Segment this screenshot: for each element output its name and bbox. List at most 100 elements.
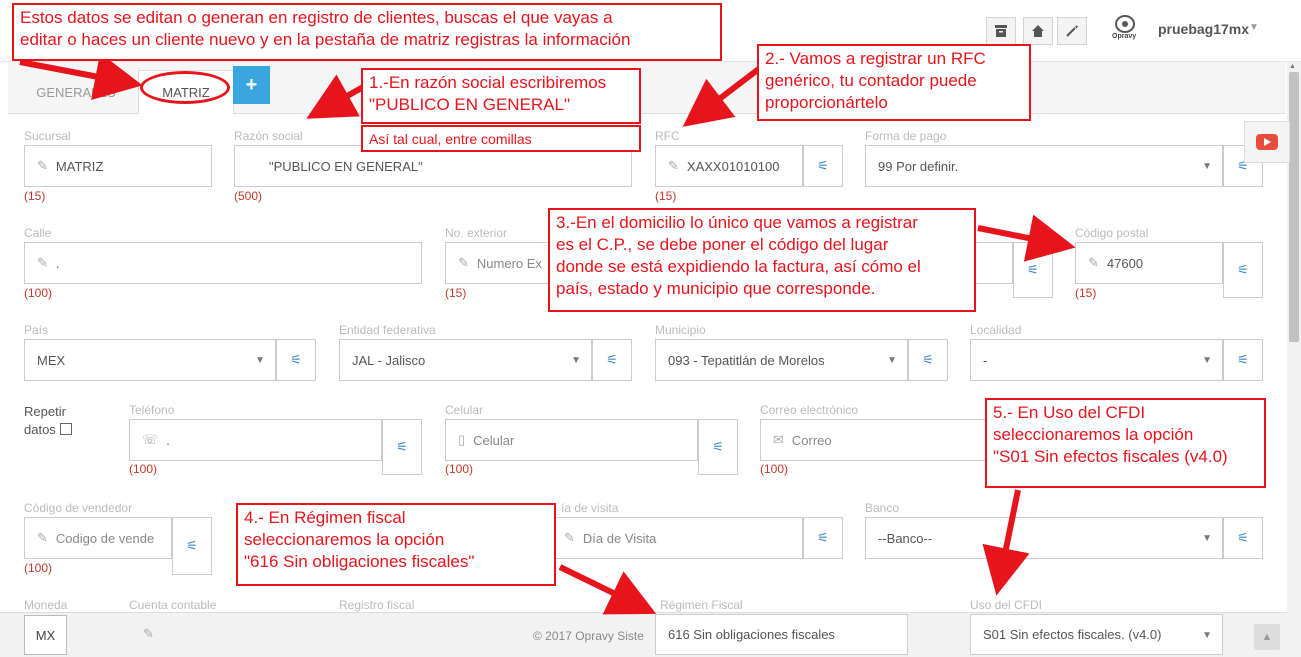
repetir-checkbox[interactable] xyxy=(59,423,72,435)
chevron-down-icon: ▼ xyxy=(255,355,265,366)
note-5: 5.- En Uso del CFDI seleccionaremos la op… xyxy=(985,398,1266,488)
municipio-wand-button[interactable]: ⚟ xyxy=(908,339,948,381)
chevron-down-icon: ▼ xyxy=(1202,533,1212,544)
pais-select[interactable]: MEX ▼ xyxy=(24,339,276,381)
sucursal-label: Sucursal xyxy=(24,129,71,143)
dia-visita-label: ía de visita xyxy=(561,501,619,515)
rfc-wand-button[interactable]: ⚟ xyxy=(803,145,843,187)
regimen-label: Régimen Fiscal xyxy=(660,598,743,612)
celular-input[interactable]: ▯ Celular xyxy=(445,419,698,461)
magic-wand-icon: ⚟ xyxy=(1237,262,1249,277)
entidad-wand-button[interactable]: ⚟ xyxy=(592,339,632,381)
no-interior-input[interactable] xyxy=(970,242,1013,284)
scroll-up-icon[interactable]: ▲ xyxy=(1289,63,1296,70)
chevron-down-icon: ▼ xyxy=(1202,161,1212,172)
arrow-up-icon: ▲ xyxy=(1261,631,1273,643)
magic-wand-icon: ⚟ xyxy=(396,439,408,454)
user-menu[interactable]: pruebag17mx xyxy=(1158,21,1249,37)
no-exterior-label: No. exterior xyxy=(445,226,508,240)
calle-input[interactable]: ✎. xyxy=(24,242,422,284)
uso-cfdi-select[interactable]: S01 Sin efectos fiscales. (v4.0) ▼ xyxy=(970,614,1223,655)
envelope-icon: ✉ xyxy=(773,432,784,447)
moneda-label: Moneda xyxy=(24,598,68,612)
localidad-wand-button[interactable]: ⚟ xyxy=(1223,339,1263,381)
magic-wand-icon: ✦ xyxy=(1066,24,1079,37)
no-interior-wand-button[interactable]: ⚟ xyxy=(1013,242,1053,298)
celular-wand-button[interactable]: ⚟ xyxy=(698,419,738,475)
regimen-input[interactable]: 616 Sin obligaciones fiscales xyxy=(655,614,908,655)
chevron-down-icon: ▼ xyxy=(1202,630,1212,641)
magic-wand-icon: ⚟ xyxy=(1027,262,1039,277)
pais-label: País xyxy=(24,323,49,337)
magic-wand-icon: ⚟ xyxy=(1237,530,1249,545)
telefono-count: (100) xyxy=(129,462,158,476)
municipio-label: Municipio xyxy=(655,323,706,337)
edit-icon: ✎ xyxy=(458,255,469,270)
codigo-postal-count: (15) xyxy=(1075,286,1097,300)
edit-icon: ✎ xyxy=(37,158,48,173)
localidad-select[interactable]: - ▼ xyxy=(970,339,1223,381)
sucursal-count: (15) xyxy=(24,189,46,203)
dia-visita-wand-button[interactable]: ⚟ xyxy=(803,517,843,559)
cuenta-label: Cuenta contable xyxy=(129,598,217,612)
registro-label: Registro fiscal xyxy=(339,598,415,612)
telefono-label: Teléfono xyxy=(129,403,175,417)
banco-select[interactable]: --Banco-- ▼ xyxy=(865,517,1223,559)
youtube-button[interactable] xyxy=(1244,121,1290,163)
codigo-postal-input[interactable]: ✎ 47600 xyxy=(1075,242,1223,284)
scroll-top-button[interactable]: ▲ xyxy=(1254,624,1280,650)
telefono-input[interactable]: ☏. xyxy=(129,419,382,461)
magic-wand-icon: ⚟ xyxy=(290,352,302,367)
chevron-down-icon[interactable]: ▼ xyxy=(1249,22,1259,33)
tab-generales[interactable]: GENERALES xyxy=(14,70,138,114)
opravy-logo-icon xyxy=(1115,15,1135,33)
telefono-wand-button[interactable]: ⚟ xyxy=(382,419,422,475)
celular-label: Celular xyxy=(445,403,484,417)
magic-wand-icon: ⚟ xyxy=(186,538,198,553)
vendedor-wand-button[interactable]: ⚟ xyxy=(172,517,212,575)
archive-icon xyxy=(995,25,1007,37)
forma-pago-label: Forma de pago xyxy=(865,129,947,143)
repetir-datos[interactable]: Repetir datos xyxy=(24,403,72,439)
banco-wand-button[interactable]: ⚟ xyxy=(1223,517,1263,559)
municipio-select[interactable]: 093 - Tepatitlán de Morelos ▼ xyxy=(655,339,908,381)
note-1: 1.-En razón social escribiremos "PUBLICO … xyxy=(361,68,641,124)
vendedor-input[interactable]: ✎ Codigo de vende xyxy=(24,517,172,559)
entidad-select[interactable]: JAL - Jalisco ▼ xyxy=(339,339,592,381)
calle-label: Calle xyxy=(24,226,52,240)
archive-button[interactable] xyxy=(986,17,1016,45)
magic-wand-icon: ⚟ xyxy=(817,158,829,173)
dia-visita-input[interactable]: ✎ Día de Visita xyxy=(551,517,803,559)
moneda-select[interactable]: MX xyxy=(24,615,67,655)
scrollbar-thumb[interactable] xyxy=(1289,72,1299,342)
highlight-ellipse xyxy=(140,71,230,104)
note-2: 2.- Vamos a registrar un RFC genérico, tu… xyxy=(757,44,1031,121)
rfc-count: (15) xyxy=(655,189,677,203)
pais-wand-button[interactable]: ⚟ xyxy=(276,339,316,381)
magic-wand-icon: ⚟ xyxy=(1237,352,1249,367)
note-4: 4.- En Régimen fiscal seleccionaremos la … xyxy=(236,503,556,586)
no-exterior-count: (15) xyxy=(445,286,467,300)
svg-text:✦: ✦ xyxy=(1074,24,1079,31)
add-tab-button[interactable]: + xyxy=(233,66,270,104)
form-panel xyxy=(8,114,1286,657)
rfc-label: RFC xyxy=(655,129,680,143)
uso-cfdi-label: Uso del CFDI xyxy=(970,598,1043,612)
edit-icon: ✎ xyxy=(37,530,48,545)
sucursal-input[interactable]: ✎ MATRIZ xyxy=(24,145,212,187)
calle-count: (100) xyxy=(24,286,53,300)
vendedor-label: Código de vendedor xyxy=(24,501,133,515)
codigo-postal-label: Código postal xyxy=(1075,226,1149,240)
note-1b: Así tal cual, entre comillas xyxy=(361,125,641,152)
codigo-postal-wand-button[interactable]: ⚟ xyxy=(1223,242,1263,298)
magic-button[interactable]: ✦ xyxy=(1057,17,1087,45)
correo-input[interactable]: ✉ Correo xyxy=(760,419,1013,461)
note-3: 3.-En el domicilio lo único que vamos a … xyxy=(548,208,976,312)
forma-pago-select[interactable]: 99 Por definir. ▼ xyxy=(865,145,1223,187)
razon-label: Razón social xyxy=(234,129,303,143)
vendedor-count: (100) xyxy=(24,561,53,575)
magic-wand-icon: ⚟ xyxy=(606,352,618,367)
rfc-input[interactable]: ✎ XAXX01010100 xyxy=(655,145,803,187)
home-button[interactable] xyxy=(1023,17,1053,45)
mobile-icon: ▯ xyxy=(458,432,466,447)
